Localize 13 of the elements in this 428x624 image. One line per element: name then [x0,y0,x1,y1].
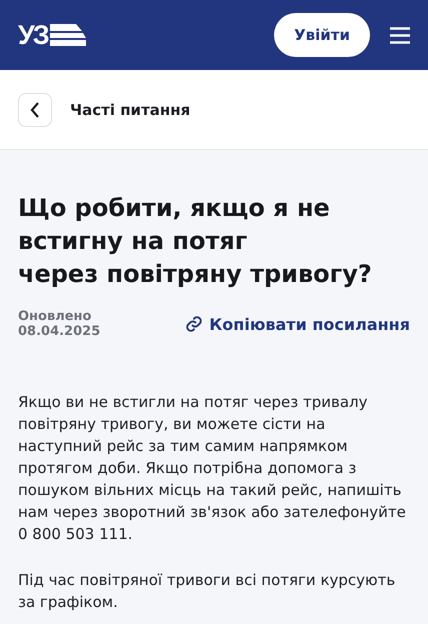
stripes-icon [50,24,86,46]
back-button[interactable] [18,92,52,126]
menu-icon[interactable] [390,26,410,44]
page-title: Часті питання [70,100,190,118]
login-button[interactable]: Увійти [274,13,370,57]
copy-link[interactable]: Копіювати посилання [185,314,410,334]
article-title: Що робити, якщо я не встигну на потяг через повітряну тривогу? [18,193,373,290]
updated-date: Оновлено 08.04.2025 [18,309,102,339]
back-icon [30,102,40,118]
article-paragraph: Під час повітряної тривоги всі потяги курсують за графіком. [18,570,396,613]
logo-text: УЗ [18,20,48,50]
article-paragraph: Якщо ви не встигли на потяг через тривалу повітряну тривогу, ви можете сісти на наступний рейс за тим самим напрямком протягом доби. Якщо потрібна допомога з пошуком вільних місць на такий рейс, напишіть нам через зворотний зв'язок або зателефонуйте 0 800 503 111. [18,392,407,545]
link-icon [185,315,204,333]
